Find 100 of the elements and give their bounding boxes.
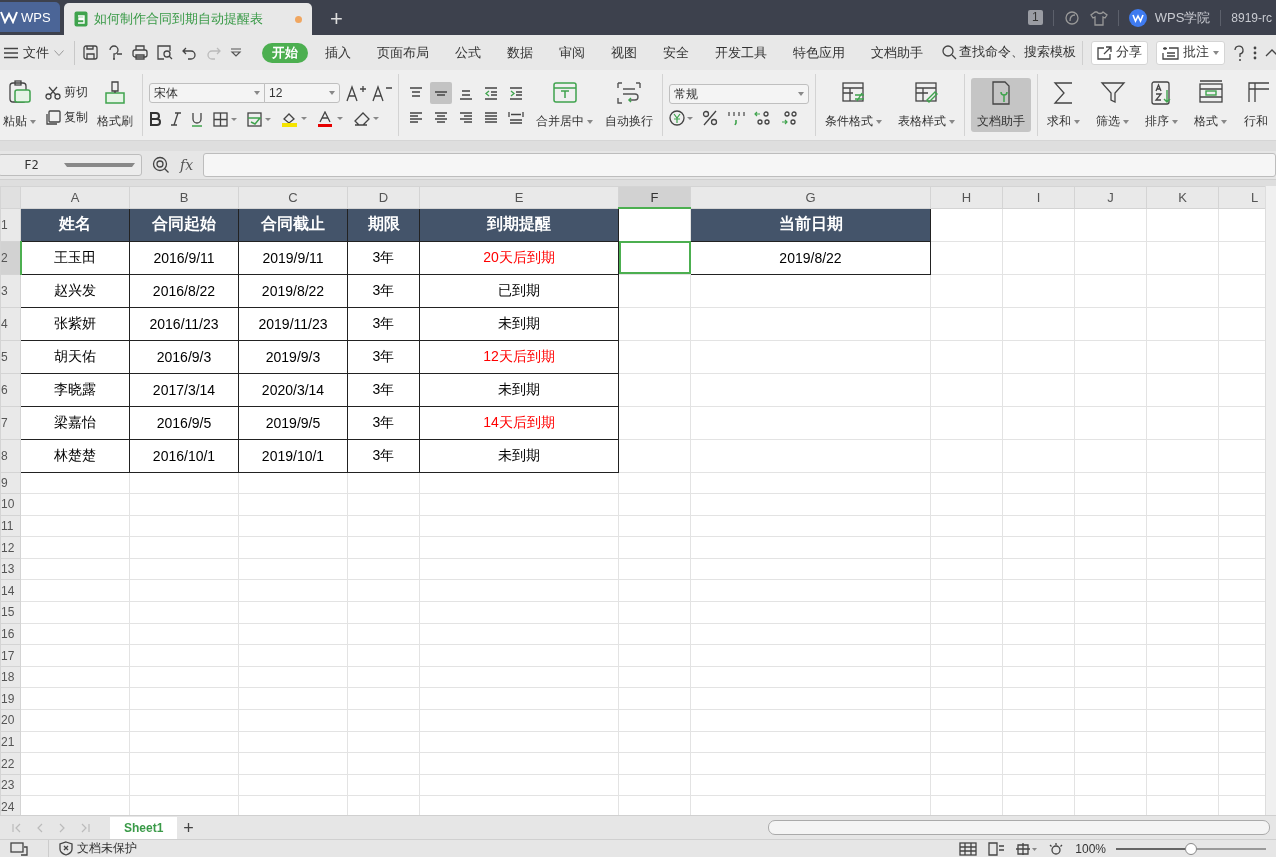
table-cell[interactable]: 3年 — [347, 307, 420, 340]
table-cell[interactable]: 王玉田 — [20, 241, 130, 274]
row-header[interactable]: 12 — [0, 536, 21, 559]
horizontal-scrollbar[interactable] — [768, 820, 1270, 835]
table-cell[interactable]: 梁嘉怡 — [20, 406, 130, 439]
row-header[interactable]: 9 — [0, 472, 21, 494]
cut-button[interactable]: 剪切 — [45, 84, 88, 101]
help-icon[interactable] — [1233, 44, 1245, 61]
table-cell[interactable]: 2017/3/14 — [129, 373, 239, 406]
vertical-scrollbar[interactable] — [1265, 186, 1276, 815]
table-cell[interactable]: 2016/10/1 — [129, 439, 239, 472]
more-icon[interactable] — [1253, 45, 1257, 60]
document-assistant-button[interactable]: 文档助手 — [971, 78, 1031, 132]
table-cell[interactable]: 2019/11/23 — [238, 307, 348, 340]
app-tab[interactable]: WPS — [0, 2, 60, 32]
table-cell[interactable]: 2016/11/23 — [129, 307, 239, 340]
format-painter-button[interactable]: 格式刷 — [94, 78, 136, 132]
print-icon[interactable] — [132, 45, 148, 60]
header-cell[interactable]: 期限 — [347, 208, 420, 241]
fill-color-icon[interactable] — [281, 111, 307, 127]
table-cell[interactable]: 胡天佑 — [20, 340, 130, 373]
row-header[interactable]: 20 — [0, 709, 21, 732]
ribbon-tab[interactable]: 安全 — [650, 42, 702, 63]
number-format-field[interactable]: 常规 — [669, 84, 809, 104]
row-header[interactable]: 13 — [0, 558, 21, 580]
bold-icon[interactable] — [149, 112, 161, 126]
monitor-icon[interactable] — [10, 841, 28, 856]
table-cell[interactable]: 2019/10/1 — [238, 439, 348, 472]
eraser-icon[interactable] — [353, 111, 379, 127]
row-header[interactable]: 6 — [0, 373, 21, 406]
zoom-icon[interactable] — [152, 156, 170, 174]
save-icon[interactable] — [83, 45, 98, 60]
table-cell[interactable]: 3年 — [347, 373, 420, 406]
add-sheet-button[interactable]: + — [183, 818, 194, 837]
table-cell[interactable]: 3年 — [347, 406, 420, 439]
protection-status[interactable]: 文档未保护 — [48, 840, 147, 857]
ribbon-tab[interactable]: 文档助手 — [858, 42, 936, 63]
ribbon-tab[interactable]: 审阅 — [546, 42, 598, 63]
name-box[interactable]: F2 — [0, 154, 142, 176]
ribbon-tab[interactable]: 数据 — [494, 42, 546, 63]
table-cell[interactable]: 赵兴发 — [20, 274, 130, 307]
table-cell[interactable]: 2019/8/22 — [690, 241, 931, 274]
column-header[interactable]: L — [1218, 186, 1265, 208]
row-header[interactable]: 15 — [0, 601, 21, 624]
paste-button[interactable]: 粘贴 — [0, 78, 39, 132]
column-header[interactable]: A — [20, 186, 130, 208]
table-cell[interactable]: 14天后到期 — [419, 406, 619, 439]
header-cell[interactable]: 合同起始 — [129, 208, 239, 241]
percent-icon[interactable] — [702, 110, 718, 126]
page-layout-icon[interactable] — [987, 841, 1006, 856]
sort-button[interactable]: 排序 — [1142, 78, 1181, 132]
conditional-format-button[interactable]: 条件格式 — [822, 78, 885, 132]
header-cell[interactable]: 到期提醒 — [419, 208, 619, 241]
table-cell[interactable]: 张紫妍 — [20, 307, 130, 340]
table-style-button[interactable]: 表格样式 — [895, 78, 958, 132]
table-cell[interactable]: 2019/9/5 — [238, 406, 348, 439]
row-header[interactable]: 11 — [0, 515, 21, 537]
zoom-slider-thumb[interactable] — [1185, 842, 1197, 855]
shirt-icon[interactable] — [1089, 9, 1108, 26]
comment-button[interactable]: 批注 — [1156, 40, 1225, 65]
table-cell[interactable]: 20天后到期 — [419, 241, 619, 274]
table-cell[interactable]: 3年 — [347, 241, 420, 274]
zoom-level[interactable]: 100% — [1075, 841, 1106, 856]
column-header[interactable]: I — [1002, 186, 1075, 208]
row-header[interactable]: 14 — [0, 579, 21, 602]
align-middle-button[interactable] — [430, 82, 452, 104]
copy-button[interactable]: 复制 — [45, 109, 88, 126]
ribbon-tab[interactable]: 公式 — [442, 42, 494, 63]
increase-decimal-icon[interactable] — [754, 110, 772, 126]
table-cell[interactable]: 林楚楚 — [20, 439, 130, 472]
new-tab-button[interactable]: + — [330, 8, 343, 30]
underline-icon[interactable] — [191, 111, 203, 127]
table-cell[interactable]: 3年 — [347, 274, 420, 307]
row-header[interactable]: 21 — [0, 731, 21, 753]
currency-icon[interactable] — [669, 110, 693, 126]
row-header[interactable]: 24 — [0, 795, 21, 815]
ribbon-tab[interactable]: 视图 — [598, 42, 650, 63]
table-cell[interactable]: 未到期 — [419, 439, 619, 472]
row-header[interactable]: 4 — [0, 307, 21, 340]
row-header[interactable]: 1 — [0, 208, 21, 241]
filter-button[interactable]: 筛选 — [1093, 78, 1132, 132]
table-cell[interactable]: 2019/8/22 — [238, 274, 348, 307]
row-header[interactable]: 10 — [0, 493, 21, 516]
table-cell[interactable]: 2016/8/22 — [129, 274, 239, 307]
row-header[interactable]: 3 — [0, 274, 21, 307]
sheet-tab[interactable]: Sheet1 — [110, 816, 178, 839]
normal-view-icon[interactable] — [959, 841, 978, 856]
table-cell[interactable]: 2019/9/11 — [238, 241, 348, 274]
window-count-badge[interactable]: 1 — [1028, 10, 1043, 25]
file-menu[interactable]: 文件 — [0, 43, 68, 62]
shrink-font-icon[interactable] — [372, 84, 392, 102]
column-header[interactable]: F — [618, 186, 691, 208]
formula-input[interactable] — [203, 153, 1276, 177]
print-preview-icon[interactable] — [157, 45, 173, 60]
column-header[interactable]: K — [1146, 186, 1219, 208]
row-header[interactable]: 7 — [0, 406, 21, 439]
font-field[interactable]: 宋体 — [149, 83, 265, 103]
thousands-separator-icon[interactable] — [727, 110, 745, 126]
row-header[interactable]: 2 — [0, 241, 21, 274]
row-header[interactable]: 18 — [0, 666, 21, 688]
